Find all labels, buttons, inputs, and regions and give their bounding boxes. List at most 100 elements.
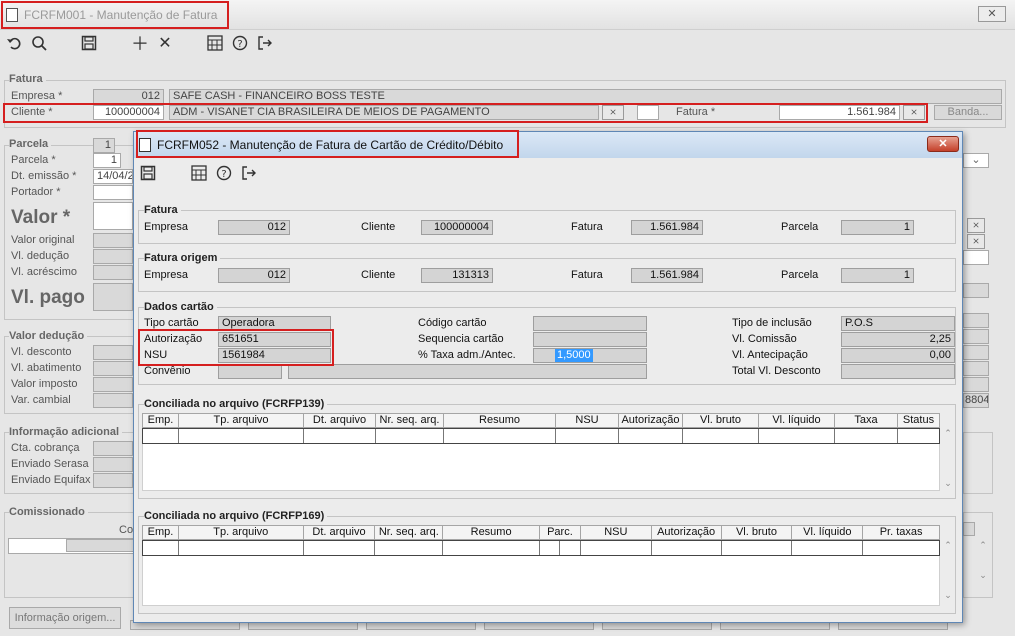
valor-imposto-label: Valor imposto (11, 378, 78, 390)
main-scroll-down-icon[interactable]: ⌄ (976, 570, 990, 581)
grid1-scroll-up-icon[interactable]: ⌃ (941, 428, 955, 439)
grid1-col-header[interactable]: Autorização (619, 414, 683, 427)
save-icon[interactable] (80, 34, 98, 52)
tipo-cartao-field: Operadora (218, 316, 331, 331)
origem-parcela-field: 1 (841, 268, 914, 283)
help-icon[interactable]: ? (231, 34, 249, 52)
main-scroll-up-icon[interactable]: ⌃ (976, 540, 990, 551)
undo-icon[interactable] (5, 34, 23, 52)
card-dialog: FCRFM052 - Manutenção de Fatura de Cartã… (133, 130, 963, 623)
vl-acrescimo-label: Vl. acréscimo (11, 266, 78, 278)
dialog-empresa-label: Empresa (144, 221, 189, 233)
grid2-legend: Conciliada no arquivo (FCRFP169) (144, 510, 328, 522)
dialog-save-icon[interactable] (139, 164, 157, 182)
grid1-header: Emp. Tp. arquivo Dt. arquivo Nr. seq. ar… (142, 413, 940, 428)
grid2-row[interactable] (142, 540, 940, 556)
fatura-origem-legend: Fatura origem (144, 252, 221, 264)
calculator-icon[interactable] (206, 34, 224, 52)
grid2-scroll-up-icon[interactable]: ⌃ (941, 540, 955, 551)
dialog-calculator-icon[interactable] (190, 164, 208, 182)
var-cambial-label: Var. cambial (11, 394, 71, 406)
valor-original-label: Valor original (11, 234, 75, 246)
vl-abatimento-label: Vl. abatimento (11, 362, 82, 374)
grid1-col-header[interactable]: Tp. arquivo (179, 414, 304, 427)
grid2-col-header[interactable]: Parc. (540, 526, 581, 539)
grid2-col-header[interactable]: Pr. taxas (863, 526, 939, 539)
grid1-col-header[interactable]: NSU (556, 414, 619, 427)
cliente-lookup-button[interactable]: ⨯ (602, 105, 624, 120)
grid2-col-header[interactable]: NSU (581, 526, 652, 539)
parcela-label: Parcela * (11, 154, 56, 166)
grid2-col-header[interactable]: Tp. arquivo (179, 526, 304, 539)
delete-icon[interactable]: ✕ (156, 34, 174, 52)
right-select-field[interactable]: ⌄ (963, 153, 989, 168)
dialog-title: FCRFM052 - Manutenção de Fatura de Cartã… (157, 138, 504, 152)
origem-cliente-label: Cliente (361, 269, 396, 281)
grid2-header: Emp. Tp. arquivo Dt. arquivo Nr. seq. ar… (142, 525, 940, 540)
empresa-label: Empresa * (11, 90, 63, 102)
vl-desconto-field (93, 345, 133, 360)
exit-icon[interactable] (256, 34, 274, 52)
search-icon[interactable] (30, 34, 48, 52)
right-field-4 (963, 329, 989, 344)
right-field-3 (963, 313, 989, 328)
valor-label: Valor * (11, 207, 71, 228)
main-title: FCRFM001 - Manutenção de Fatura (24, 8, 218, 22)
grid2-col-header[interactable]: Vl. líquido (792, 526, 864, 539)
origem-fatura-label: Fatura (571, 269, 603, 281)
total-desconto-label: Total Vl. Desconto (732, 365, 821, 377)
grid2-col-header[interactable]: Autorização (652, 526, 722, 539)
fatura-lookup-button[interactable]: ⨯ (903, 105, 925, 120)
grid1-legend: Conciliada no arquivo (FCRFP139) (144, 398, 328, 410)
dialog-fatura-field: 1.561.984 (631, 220, 703, 235)
grid2-col-header[interactable]: Nr. seq. arq. (375, 526, 444, 539)
grid1-col-header[interactable]: Status (898, 414, 939, 427)
fatura-legend: Fatura (9, 73, 46, 85)
tipo-cartao-label: Tipo cartão (144, 317, 199, 329)
dialog-fatura-legend: Fatura (144, 204, 181, 216)
right-field-2 (963, 283, 989, 298)
empresa-code-field[interactable]: 012 (93, 89, 164, 104)
fatura-number-field[interactable]: 1.561.984 (779, 105, 900, 120)
banda-button[interactable]: Banda... (934, 105, 1002, 120)
portador-field[interactable] (93, 185, 133, 200)
grid1-col-header[interactable]: Dt. arquivo (304, 414, 376, 427)
parcela-field[interactable]: 1 (93, 153, 121, 168)
dialog-close-button[interactable]: ✕ (927, 136, 959, 152)
grid2-col-header[interactable]: Emp. (143, 526, 179, 539)
valor-field[interactable] (93, 202, 133, 230)
grid1-col-header[interactable]: Resumo (444, 414, 556, 427)
comissionado-column-label: Co (119, 524, 134, 536)
grid2-scroll-down-icon[interactable]: ⌄ (941, 590, 955, 601)
convenio-name-field (288, 364, 647, 379)
informacao-origem-button[interactable]: Informação origem... (9, 607, 121, 629)
grid1-col-header[interactable]: Nr. seq. arq. (376, 414, 444, 427)
right-lookup-button-2[interactable]: ⨯ (967, 234, 985, 249)
grid1-col-header[interactable]: Vl. líquido (759, 414, 835, 427)
enviado-equifax-label: Enviado Equifax (11, 474, 91, 486)
grid1-scroll-down-icon[interactable]: ⌄ (941, 478, 955, 489)
dt-emissao-field[interactable]: 14/04/2 (93, 169, 133, 184)
cliente-code-field[interactable]: 100000004 (93, 105, 164, 120)
autorizacao-label: Autorização (144, 333, 203, 345)
grid1-col-header[interactable]: Taxa (835, 414, 898, 427)
grid1-col-header[interactable]: Vl. bruto (683, 414, 759, 427)
right-field-1[interactable] (963, 250, 989, 265)
right-lookup-button-1[interactable]: ⨯ (967, 218, 985, 233)
dialog-help-icon[interactable]: ? (215, 164, 233, 182)
origem-parcela-label: Parcela (781, 269, 819, 281)
grid1-col-header[interactable]: Emp. (143, 414, 179, 427)
grid2-col-header[interactable]: Resumo (443, 526, 540, 539)
dialog-exit-icon[interactable] (240, 164, 258, 182)
cliente-extra-field[interactable] (637, 105, 659, 120)
main-close-button[interactable]: ✕ (978, 6, 1006, 22)
grid1-row[interactable] (142, 428, 940, 444)
cta-cobranca-field (93, 441, 133, 456)
add-icon[interactable]: ＋ (131, 34, 149, 54)
parcela-top-field: 1 (93, 138, 115, 153)
grid2-col-header[interactable]: Vl. bruto (722, 526, 793, 539)
nsu-field: 1561984 (218, 348, 331, 363)
right-value-field: 8804 (963, 393, 989, 408)
vl-pago-label: Vl. pago (11, 287, 85, 308)
grid2-col-header[interactable]: Dt. arquivo (304, 526, 376, 539)
